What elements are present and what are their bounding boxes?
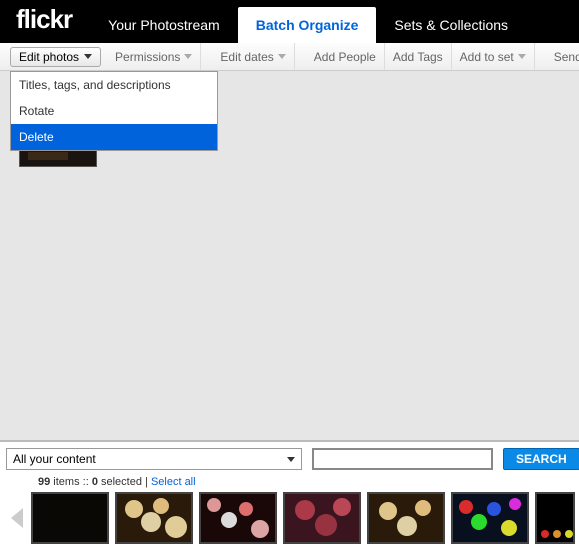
search-button[interactable]: SEARCH [503, 448, 579, 470]
bottom-bar: All your content SEARCH More opti 99 ite… [0, 440, 579, 553]
thumb-7[interactable] [535, 492, 575, 544]
thumb-3[interactable] [199, 492, 277, 544]
chevron-down-icon [278, 54, 286, 59]
edit-photos-label: Edit photos [19, 50, 79, 64]
header: flickr Your Photostream Batch Organize S… [0, 0, 579, 43]
dropdown-delete[interactable]: Delete [11, 124, 217, 150]
logo[interactable]: flickr [0, 4, 90, 43]
edit-photos-button[interactable]: Edit photos [10, 47, 101, 67]
chevron-down-icon [287, 457, 295, 462]
toolbar: Edit photos Permissions Edit dates Add P… [0, 43, 579, 71]
permissions-button[interactable]: Permissions [107, 43, 201, 70]
tab-sets-collections[interactable]: Sets & Collections [376, 7, 526, 43]
add-to-set-button[interactable]: Add to set [452, 43, 535, 70]
thumb-2[interactable] [115, 492, 193, 544]
thumb-5[interactable] [367, 492, 445, 544]
select-all-link[interactable]: Select all [151, 476, 196, 488]
dropdown-titles-tags[interactable]: Titles, tags, and descriptions [11, 72, 217, 98]
dropdown-rotate[interactable]: Rotate [11, 98, 217, 124]
content-filter-select[interactable]: All your content [6, 448, 302, 470]
tab-batch-organize[interactable]: Batch Organize [238, 7, 377, 43]
filter-row: All your content SEARCH More opti [0, 442, 579, 474]
send-to-group-button[interactable]: Send to gro [546, 43, 579, 70]
tab-photostream[interactable]: Your Photostream [90, 7, 238, 43]
chevron-down-icon [184, 54, 192, 59]
chevron-down-icon [518, 54, 526, 59]
item-count: 99 [38, 476, 50, 488]
chevron-down-icon [84, 54, 92, 59]
edit-photos-dropdown: Titles, tags, and descriptions Rotate De… [10, 71, 218, 151]
thumb-4[interactable] [283, 492, 361, 544]
thumb-6[interactable] [451, 492, 529, 544]
add-tags-button[interactable]: Add Tags [385, 43, 452, 70]
scroll-left-button[interactable] [4, 493, 29, 543]
search-input[interactable] [312, 448, 493, 470]
add-people-button[interactable]: Add People [306, 43, 385, 70]
thumb-1[interactable] [31, 492, 109, 544]
triangle-left-icon [11, 508, 23, 528]
status-row: 99 items :: 0 selected | Select all [0, 474, 579, 490]
thumbstrip [0, 490, 579, 544]
edit-dates-button[interactable]: Edit dates [212, 43, 294, 70]
